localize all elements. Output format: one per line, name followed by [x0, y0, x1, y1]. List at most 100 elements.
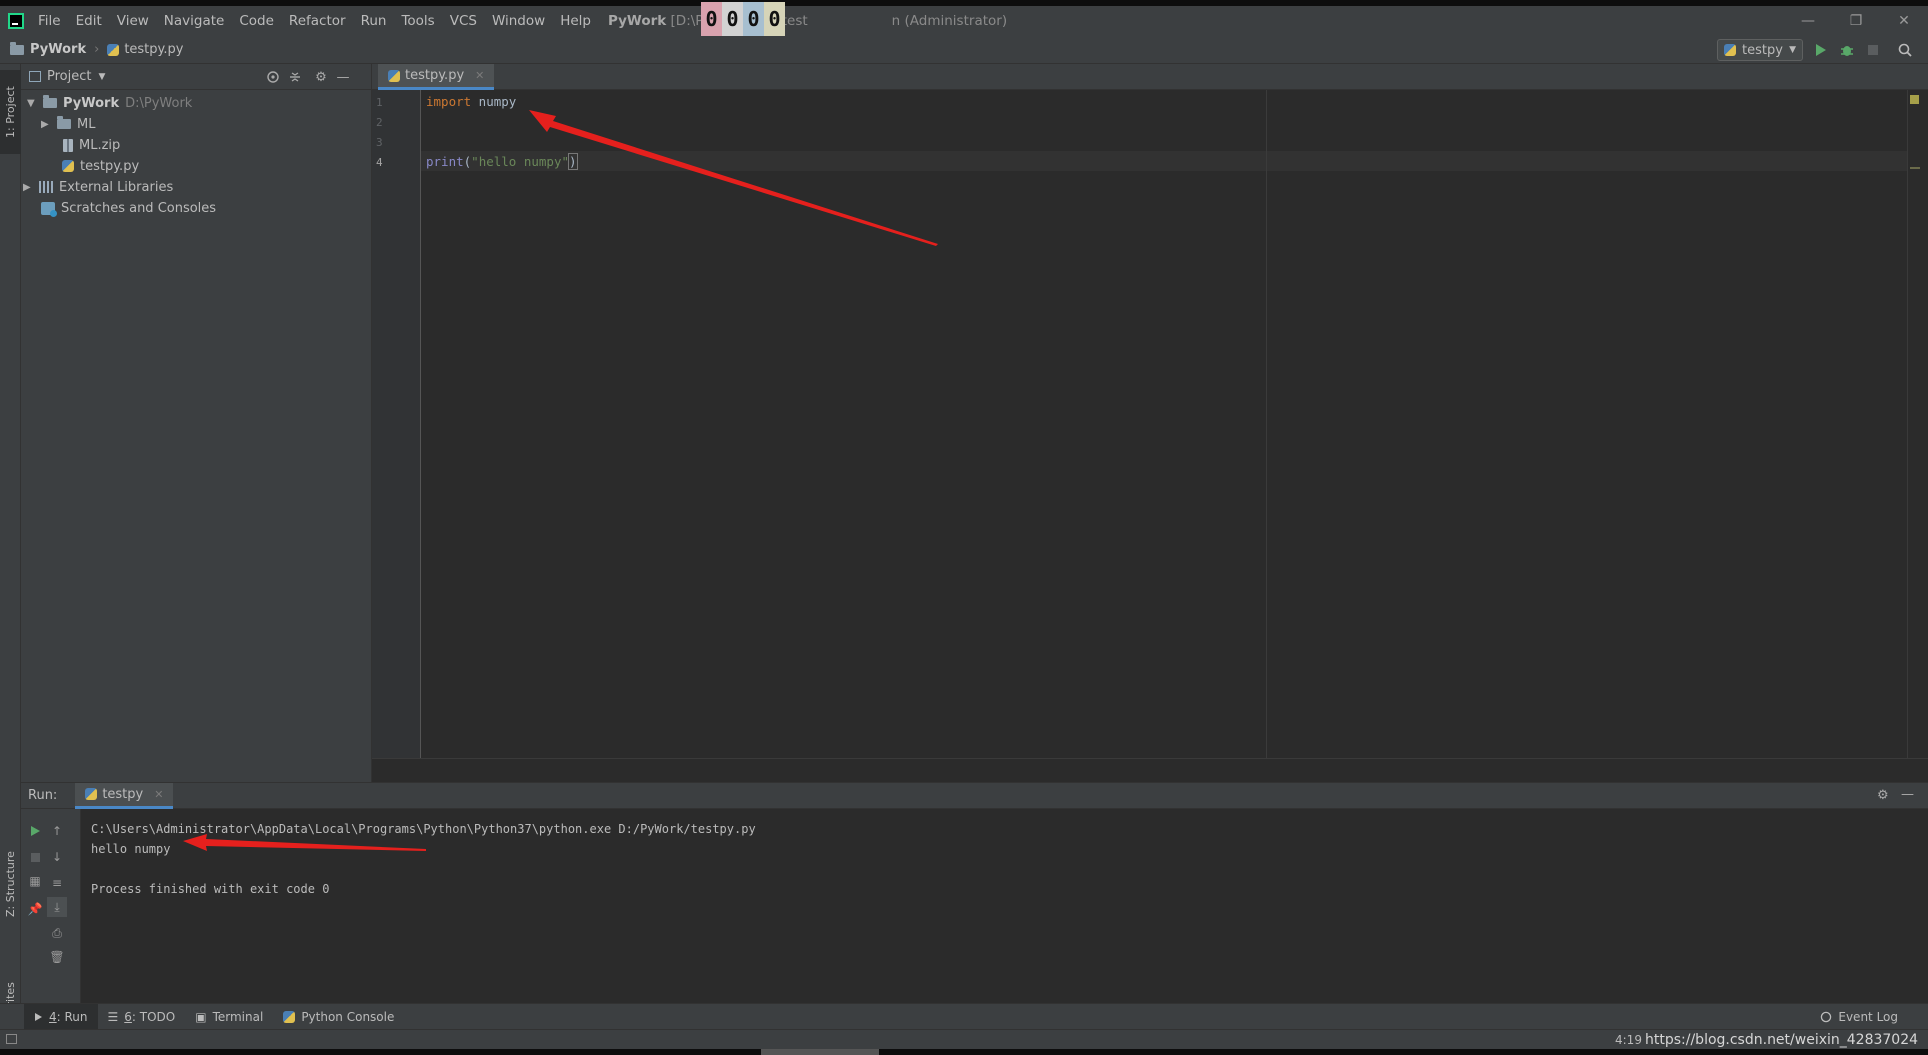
tool-tab-todo-mnemonic: 6: [124, 1009, 132, 1024]
event-log-label: Event Log: [1838, 1010, 1898, 1024]
menu-refactor[interactable]: Refactor: [289, 13, 346, 29]
menu-help[interactable]: Help: [560, 13, 591, 29]
menu-tools[interactable]: Tools: [401, 13, 434, 29]
chevron-down-icon: ▼: [1789, 45, 1796, 55]
python-console-icon: [283, 1010, 296, 1023]
restore-button[interactable]: ❐: [1832, 6, 1880, 36]
print-icon[interactable]: ⎙: [49, 925, 65, 941]
tool-tab-todo-label: 6: TODO: [124, 1010, 175, 1024]
gear-icon[interactable]: ⚙: [1877, 788, 1889, 803]
tree-item-pywork[interactable]: ▼ PyWork D:\PyWork: [27, 93, 192, 113]
editor-tab-testpy[interactable]: testpy.py ✕: [378, 64, 495, 90]
breadcrumb-project[interactable]: PyWork: [10, 41, 87, 57]
scroll-to-end-icon[interactable]: ⤓: [47, 897, 67, 917]
tool-tab-python-console-label: Python Console: [301, 1009, 395, 1024]
console-output[interactable]: C:\Users\Administrator\AppData\Local\Pro…: [91, 819, 756, 899]
menu-run[interactable]: Run: [361, 13, 387, 29]
run-configuration-select[interactable]: testpy ▼: [1717, 39, 1803, 61]
menu-file[interactable]: File: [38, 13, 61, 29]
console-line: C:\Users\Administrator\AppData\Local\Pro…: [91, 822, 756, 836]
line-number: 4: [376, 156, 383, 169]
gear-icon[interactable]: ⚙: [313, 69, 329, 85]
stop-icon[interactable]: [1865, 42, 1881, 58]
breadcrumb-file-label: testpy.py: [124, 42, 184, 57]
current-line-highlight: [421, 151, 1907, 171]
tool-tab-python-console[interactable]: Python Console: [273, 1004, 404, 1030]
toggle-tool-windows-icon[interactable]: [6, 1034, 17, 1044]
string-literal: "hello numpy": [471, 154, 570, 169]
event-log-button[interactable]: Event Log: [1820, 1004, 1898, 1030]
run-icon: [35, 1012, 42, 1021]
tree-item-testpy[interactable]: testpy.py: [62, 156, 139, 176]
chevron-down-icon: ▼: [27, 97, 35, 109]
hide-panel-icon[interactable]: —: [1901, 787, 1914, 802]
search-icon[interactable]: [1897, 42, 1913, 58]
stop-icon[interactable]: [27, 849, 43, 865]
pin-icon[interactable]: 📌: [27, 901, 43, 917]
debug-icon[interactable]: [1839, 42, 1855, 58]
run-toolbar: ▦ 📌 ↑ ↓ ≡ ⤓ ⎙ 🗑: [21, 809, 81, 1004]
locate-icon[interactable]: [265, 69, 281, 85]
tree-item-pywork-path: D:\PyWork: [125, 95, 193, 111]
window-title-project: PyWork: [607, 13, 667, 29]
trash-icon[interactable]: 🗑: [49, 949, 65, 965]
tool-tab-project-label: 1: Project: [4, 86, 17, 138]
tool-tab-run-text: : Run: [56, 1009, 88, 1024]
module-name: numpy: [471, 94, 517, 109]
close-button[interactable]: ✕: [1880, 6, 1928, 36]
rerun-icon[interactable]: [27, 823, 43, 839]
inspection-status-icon[interactable]: [1910, 95, 1919, 104]
tool-tab-structure-label: Z: Structure: [4, 851, 17, 917]
hide-panel-icon[interactable]: —: [335, 69, 351, 85]
soft-wrap-icon[interactable]: ≡: [49, 875, 65, 891]
minimize-button[interactable]: —: [1784, 6, 1832, 36]
breadcrumb-project-label: PyWork: [30, 42, 87, 57]
bottom-strip: [0, 1049, 1928, 1055]
keyword-import: import: [426, 94, 472, 109]
counter-digit: 0: [701, 2, 722, 36]
run-icon[interactable]: [1813, 42, 1829, 58]
watermark-url: https://blog.csdn.net/weixin_42837024: [1645, 1031, 1919, 1048]
close-icon[interactable]: ✕: [475, 69, 484, 82]
pycharm-logo-icon: [8, 13, 24, 29]
menu-edit[interactable]: Edit: [76, 13, 102, 29]
run-tab-testpy[interactable]: testpy ✕: [75, 782, 174, 809]
menu-view[interactable]: View: [117, 13, 149, 29]
tree-item-scratches[interactable]: Scratches and Consoles: [41, 198, 216, 218]
folder-icon: [57, 116, 71, 129]
editor-gutter: 1 2 3 4: [372, 90, 421, 758]
builtin-print: print: [426, 154, 464, 169]
run-panel-label: Run:: [28, 788, 58, 803]
menu-code[interactable]: Code: [239, 13, 274, 29]
run-panel: Run: testpy ✕ ⚙ — ▦ 📌 ↑ ↓ ≡ ⤓ ⎙ 🗑 C:\Use…: [21, 782, 1928, 1004]
menu-window[interactable]: Window: [492, 13, 545, 29]
python-file-icon: [388, 69, 400, 82]
tool-tab-terminal[interactable]: ▣ Terminal: [185, 1004, 273, 1030]
menu-bar: File Edit View Navigate Code Refactor Ru…: [0, 6, 1928, 36]
breadcrumb-file[interactable]: testpy.py: [107, 42, 183, 57]
close-icon[interactable]: ✕: [154, 788, 163, 801]
caret-position[interactable]: 4:19: [1615, 1033, 1642, 1047]
arrow-up-icon[interactable]: ↑: [49, 823, 65, 839]
line-number: 3: [376, 136, 383, 149]
horizontal-splitter[interactable]: [372, 758, 1928, 782]
tool-tab-project[interactable]: 1: Project: [0, 70, 21, 154]
code-line-4: print("hello numpy"): [426, 153, 578, 170]
menu-navigate[interactable]: Navigate: [164, 13, 225, 29]
tree-item-external-libraries[interactable]: ▶ External Libraries: [23, 177, 173, 197]
scratches-icon: [41, 201, 57, 217]
code-editor[interactable]: import numpy print("hello numpy"): [421, 90, 1907, 758]
tree-item-ml[interactable]: ▶ ML: [41, 114, 95, 134]
tool-tab-structure[interactable]: Z: Structure: [0, 809, 21, 959]
tree-item-ml-zip[interactable]: ML.zip: [63, 135, 120, 155]
menu-vcs[interactable]: VCS: [450, 13, 477, 29]
tool-tab-run[interactable]: 4: Run: [24, 1003, 98, 1030]
run-configuration-label: testpy: [1742, 42, 1783, 58]
window-controls: — ❐ ✕: [1784, 6, 1928, 36]
arrow-down-icon[interactable]: ↓: [49, 849, 65, 865]
python-file-icon: [85, 788, 98, 800]
tool-tab-todo[interactable]: ☰ 6: TODO: [98, 1004, 186, 1030]
layout-icon[interactable]: ▦: [27, 873, 43, 889]
counter-overlay: 0 0 0 0: [701, 2, 785, 36]
collapse-all-icon[interactable]: [287, 69, 303, 85]
